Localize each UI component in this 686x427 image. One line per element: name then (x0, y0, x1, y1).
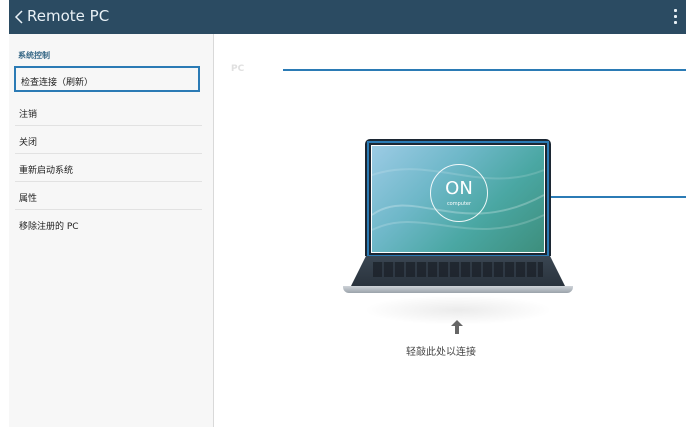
sidebar-item-label: 移除注册的 PC (19, 222, 79, 232)
laptop-connect-button[interactable]: ON computer (343, 135, 573, 325)
section-header-system-control: 系统控制 (18, 51, 50, 60)
action-bar: Remote PC (9, 0, 686, 34)
callout-line-top (283, 69, 686, 71)
app-title: Remote PC (27, 7, 110, 25)
sidebar-item-properties[interactable]: 属性 (9, 182, 202, 210)
sidebar-item-shutdown[interactable]: 关闭 (9, 126, 202, 154)
sidebar: 系统控制 检查连接（刷新） 注销 关闭 重新启动系统 属性 移除注册的 PC (9, 34, 214, 427)
app-window: Remote PC 系统控制 检查连接（刷新） 注销 关闭 重新启动系统 属性 … (9, 0, 686, 427)
arrow-up-icon (451, 320, 463, 334)
screen-highlight-box (367, 141, 549, 257)
laptop-base (343, 286, 573, 293)
sidebar-item-restart[interactable]: 重新启动系统 (9, 154, 202, 182)
tap-to-connect-hint[interactable]: 轻敲此处以连接 (406, 343, 476, 358)
sidebar-item-logout[interactable]: 注销 (9, 98, 202, 126)
sidebar-item-label: 注销 (19, 110, 38, 120)
sidebar-item-label: 检查连接（刷新） (21, 78, 94, 88)
sidebar-item-check-connection[interactable]: 检查连接（刷新） (14, 66, 200, 92)
sidebar-item-label: 重新启动系统 (19, 166, 74, 176)
sidebar-item-label: 关闭 (19, 138, 38, 148)
more-vertical-icon[interactable] (674, 9, 678, 25)
pc-section-label: PC (231, 64, 245, 74)
laptop-keys (373, 262, 543, 277)
sidebar-item-remove-pc[interactable]: 移除注册的 PC (9, 210, 202, 238)
sidebar-item-label: 属性 (19, 194, 38, 204)
chevron-left-icon[interactable] (12, 8, 26, 26)
